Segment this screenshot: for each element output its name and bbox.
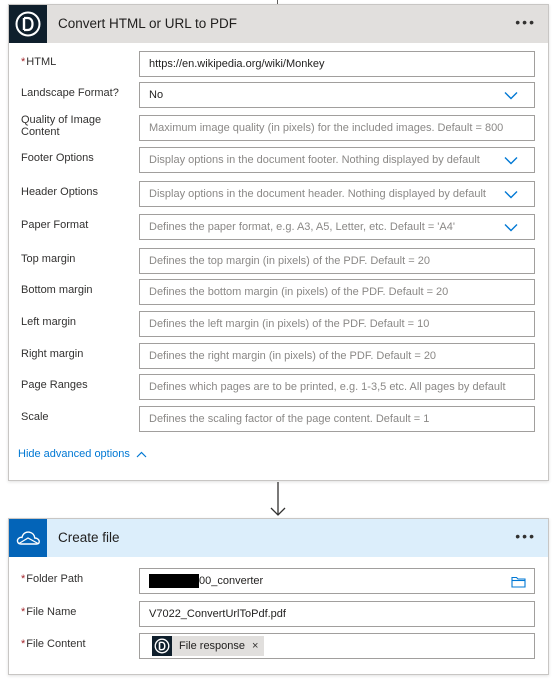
- folder-path-row: *Folder Path 00_converter: [9, 568, 548, 594]
- left-margin-label: Left margin: [21, 316, 77, 328]
- quality-of-image-content-input[interactable]: Maximum image quality (in pixels) for th…: [139, 115, 535, 141]
- onedrive-cloud-icon: [9, 519, 47, 557]
- folder-picker-icon[interactable]: [511, 575, 526, 588]
- field-placeholder: Defines the left margin (in pixels) of t…: [149, 318, 430, 330]
- more-options-button[interactable]: •••: [515, 528, 536, 544]
- chevron-down-icon[interactable]: [504, 156, 518, 165]
- field-placeholder: Defines the paper format, e.g. A3, A5, L…: [149, 221, 455, 233]
- create-file-action-card: Create file ••• *Folder Path 00_converte…: [8, 518, 549, 675]
- hide-advanced-options-link[interactable]: Hide advanced options: [18, 448, 147, 460]
- top-margin-input[interactable]: Defines the top margin (in pixels) of th…: [139, 248, 535, 274]
- footer-options-dropdown[interactable]: Display options in the document footer. …: [139, 147, 535, 173]
- bottom-margin-label: Bottom margin: [21, 284, 93, 296]
- landscape-format-row: Landscape Format? No: [9, 82, 548, 108]
- page-ranges-label: Page Ranges: [21, 379, 88, 391]
- action-header[interactable]: Create file •••: [9, 519, 548, 557]
- field-value: https://en.wikipedia.org/wiki/Monkey: [149, 58, 325, 70]
- pdf-logo-icon: [152, 636, 172, 656]
- html-row: *HTML https://en.wikipedia.org/wiki/Monke…: [9, 51, 548, 77]
- chevron-down-icon[interactable]: [504, 223, 518, 232]
- field-placeholder: Maximum image quality (in pixels) for th…: [149, 122, 504, 134]
- file-response-token[interactable]: File response ×: [152, 636, 265, 656]
- pdf-logo-icon: [9, 5, 47, 43]
- header-options-dropdown[interactable]: Display options in the document header. …: [139, 181, 535, 207]
- file-content-input[interactable]: File response ×: [139, 633, 535, 659]
- html-input[interactable]: https://en.wikipedia.org/wiki/Monkey: [139, 51, 535, 77]
- right-margin-row: Right margin Defines the right margin (in…: [9, 343, 548, 369]
- chevron-down-icon[interactable]: [504, 91, 518, 100]
- field-placeholder: Display options in the document header. …: [149, 188, 486, 200]
- scale-row: Scale Defines the scaling factor of the p…: [9, 406, 548, 432]
- file-content-row: *File Content File response ×: [9, 633, 548, 659]
- footer-options-label: Footer Options: [21, 152, 94, 164]
- quality-of-image-content-label: Quality of Image Content: [21, 114, 102, 138]
- landscape-format-dropdown[interactable]: No: [139, 82, 535, 108]
- paper-format-dropdown[interactable]: Defines the paper format, e.g. A3, A5, L…: [139, 214, 535, 240]
- field-placeholder: Defines the right margin (in pixels) of …: [149, 350, 437, 362]
- right-margin-label: Right margin: [21, 348, 84, 360]
- field-placeholder: Defines the scaling factor of the page c…: [149, 413, 430, 425]
- field-placeholder: Defines the top margin (in pixels) of th…: [149, 255, 430, 267]
- left-margin-input[interactable]: Defines the left margin (in pixels) of t…: [139, 311, 535, 337]
- file-name-row: *File Name V7022_ConvertUrlToPdf.pdf: [9, 601, 548, 627]
- paper-format-row: Paper Format Defines the paper format, e.…: [9, 214, 548, 240]
- html-label: *HTML: [21, 56, 57, 68]
- file-name-input[interactable]: V7022_ConvertUrlToPdf.pdf: [139, 601, 535, 627]
- header-options-label: Header Options: [21, 186, 99, 198]
- bottom-margin-input[interactable]: Defines the bottom margin (in pixels) of…: [139, 279, 535, 305]
- bottom-margin-row: Bottom margin Defines the bottom margin (…: [9, 279, 548, 305]
- right-margin-input[interactable]: Defines the right margin (in pixels) of …: [139, 343, 535, 369]
- token-label: File response: [179, 640, 246, 652]
- redacted-text: [149, 574, 199, 588]
- page-ranges-row: Page Ranges Defines which pages are to be…: [9, 374, 548, 400]
- footer-options-row: Footer Options Display options in the doc…: [9, 147, 548, 173]
- page-ranges-input[interactable]: Defines which pages are to be printed, e…: [139, 374, 535, 400]
- convert-html-action-card: Convert HTML or URL to PDF ••• *HTML http…: [8, 4, 549, 481]
- hide-advanced-options-label: Hide advanced options: [18, 448, 130, 460]
- field-placeholder: Display options in the document footer. …: [149, 154, 480, 166]
- remove-token-button[interactable]: ×: [252, 640, 258, 652]
- scale-input[interactable]: Defines the scaling factor of the page c…: [139, 406, 535, 432]
- action-header[interactable]: Convert HTML or URL to PDF •••: [9, 5, 548, 43]
- more-options-button[interactable]: •••: [515, 14, 536, 30]
- flow-arrow-down-icon: [270, 482, 286, 516]
- quality-of-image-content-row: Quality of Image Content Maximum image qu…: [9, 114, 548, 141]
- field-placeholder: Defines the bottom margin (in pixels) of…: [149, 286, 449, 298]
- action-title: Create file: [58, 530, 120, 545]
- top-margin-label: Top margin: [21, 253, 76, 265]
- left-margin-row: Left margin Defines the left margin (in p…: [9, 311, 548, 337]
- file-name-label: *File Name: [21, 606, 77, 618]
- folder-path-label: *Folder Path: [21, 573, 84, 585]
- field-value: No: [149, 89, 164, 101]
- field-placeholder: Defines which pages are to be printed, e…: [149, 381, 506, 393]
- file-content-label: *File Content: [21, 638, 86, 650]
- top-margin-row: Top margin Defines the top margin (in pix…: [9, 248, 548, 274]
- folder-path-input[interactable]: 00_converter: [139, 568, 535, 594]
- action-title: Convert HTML or URL to PDF: [58, 16, 238, 31]
- paper-format-label: Paper Format: [21, 219, 89, 231]
- header-options-row: Header Options Display options in the doc…: [9, 181, 548, 207]
- scale-label: Scale: [21, 411, 49, 423]
- chevron-up-icon: [136, 451, 147, 458]
- chevron-down-icon[interactable]: [504, 190, 518, 199]
- landscape-format-label: Landscape Format?: [21, 87, 119, 99]
